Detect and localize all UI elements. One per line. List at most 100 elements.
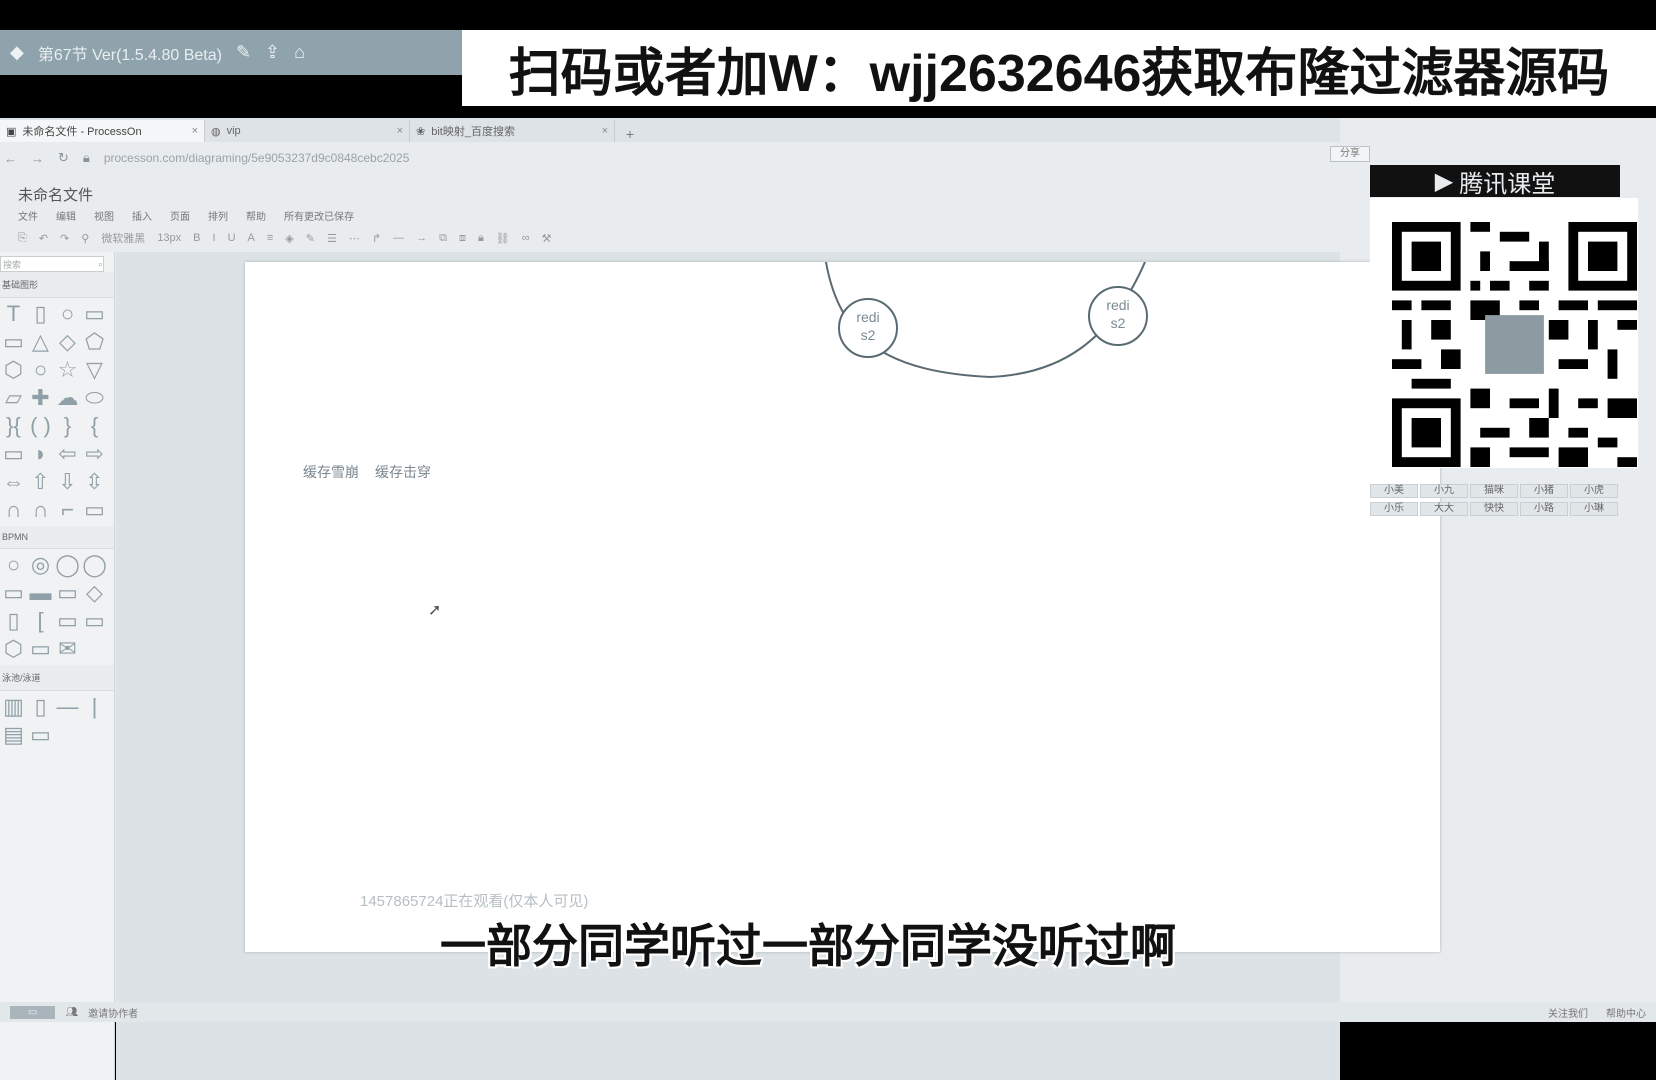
- tab-baidu[interactable]: ❀ bit映射_百度搜索 ×: [410, 120, 615, 142]
- bar-shape-icon[interactable]: ▭: [81, 498, 108, 522]
- underline-icon[interactable]: U: [228, 232, 236, 244]
- message-box-icon[interactable]: ▭: [27, 637, 54, 661]
- close-icon[interactable]: ×: [602, 125, 608, 137]
- inverted-triangle-icon[interactable]: ▽: [81, 358, 108, 382]
- follow-us-link[interactable]: 关注我们: [1548, 1005, 1588, 1020]
- gateway-icon[interactable]: ◇: [81, 581, 108, 605]
- parallelogram-icon[interactable]: ▱: [0, 386, 27, 410]
- back-icon[interactable]: ←: [4, 151, 17, 166]
- annotation-icon[interactable]: [: [27, 609, 54, 633]
- octagon-shape-icon[interactable]: ○: [27, 358, 54, 382]
- user-chip[interactable]: 小乐: [1370, 502, 1418, 516]
- menu-page[interactable]: 页面: [170, 208, 190, 223]
- triangle-shape-icon[interactable]: △: [27, 330, 54, 354]
- font-size-select[interactable]: 13px: [157, 232, 181, 244]
- url-field[interactable]: processon.com/diagraming/5e9053237d9c084…: [104, 151, 410, 165]
- boundary-event-icon[interactable]: ◯: [81, 553, 108, 577]
- tab-processon[interactable]: ▣ 未命名文件 - ProcessOn ×: [0, 120, 205, 142]
- bold-icon[interactable]: B: [193, 232, 200, 244]
- status-left-button[interactable]: ▭: [10, 1005, 56, 1019]
- forward-icon[interactable]: →: [31, 151, 44, 166]
- redis-node[interactable]: redi s2: [838, 298, 898, 358]
- font-select[interactable]: 微软雅黑: [101, 230, 145, 246]
- palette-search[interactable]: 搜索 ⌕: [0, 256, 104, 272]
- home-icon[interactable]: ⌂: [294, 42, 305, 63]
- message-icon[interactable]: ✉: [54, 637, 81, 661]
- circle-shape-icon[interactable]: ○: [54, 302, 81, 326]
- line-width-icon[interactable]: ☰: [327, 232, 337, 245]
- ellipse-shape-icon[interactable]: ⬭: [81, 386, 108, 410]
- rounded-rect-icon[interactable]: ▭: [0, 330, 27, 354]
- note-shape-icon[interactable]: ▯: [27, 302, 54, 326]
- tab-vip[interactable]: ◍ vip ×: [205, 120, 410, 142]
- back-order-icon[interactable]: ⧈: [459, 232, 466, 245]
- text-shape-icon[interactable]: T: [0, 302, 27, 326]
- star-shape-icon[interactable]: ☆: [54, 358, 81, 382]
- cloud-shape-icon[interactable]: ☁: [54, 386, 81, 410]
- user-chip[interactable]: 猫咪: [1470, 484, 1518, 498]
- intermediate-event-icon[interactable]: ◎: [27, 553, 54, 577]
- pool-icon[interactable]: ▭: [81, 609, 108, 633]
- group-shape-icon[interactable]: ▭: [54, 609, 81, 633]
- task-icon[interactable]: ▭: [0, 581, 27, 605]
- right-brace-icon[interactable]: }: [54, 414, 81, 438]
- redis-node[interactable]: redi s2: [1088, 286, 1148, 346]
- user-chip[interactable]: 小琳: [1570, 502, 1618, 516]
- group-icon[interactable]: ⛓: [496, 232, 510, 245]
- arch-arrow-icon[interactable]: ∩: [27, 498, 54, 522]
- menu-view[interactable]: 视图: [94, 208, 114, 223]
- align-icon[interactable]: ≡: [267, 232, 273, 244]
- menu-arrange[interactable]: 排列: [208, 208, 228, 223]
- menu-insert[interactable]: 插入: [132, 208, 152, 223]
- paint-icon[interactable]: ⚲: [81, 232, 89, 245]
- start-event-icon[interactable]: ○: [0, 553, 27, 577]
- subprocess-icon[interactable]: ▬: [27, 581, 54, 605]
- user-chip[interactable]: 快快: [1470, 502, 1518, 516]
- user-chip[interactable]: 小美: [1370, 484, 1418, 498]
- share-button[interactable]: 分享: [1330, 146, 1370, 162]
- data-object-icon[interactable]: ▯: [0, 609, 27, 633]
- line-start-icon[interactable]: —: [393, 232, 404, 244]
- cross-shape-icon[interactable]: ✚: [27, 386, 54, 410]
- close-icon[interactable]: ×: [192, 125, 198, 137]
- paren-shape-icon[interactable]: ( ): [27, 414, 54, 438]
- user-chip[interactable]: 小虎: [1570, 484, 1618, 498]
- transaction-icon[interactable]: ▭: [54, 581, 81, 605]
- vertical-lane-icon[interactable]: ▯: [27, 695, 54, 719]
- redo-icon[interactable]: ↷: [60, 232, 69, 245]
- invite-collaborator[interactable]: 邀请协作者: [88, 1005, 138, 1020]
- lock-shape-icon[interactable]: 🔒︎: [478, 232, 484, 245]
- document-shape-icon[interactable]: ◗: [27, 442, 54, 466]
- format-painter-icon[interactable]: ⎘: [18, 232, 27, 245]
- menu-edit[interactable]: 编辑: [56, 208, 76, 223]
- user-chip[interactable]: 大大: [1420, 502, 1468, 516]
- user-chip[interactable]: 小猪: [1520, 484, 1568, 498]
- pentagon-shape-icon[interactable]: ⬠: [81, 330, 108, 354]
- file-title[interactable]: 未命名文件: [18, 184, 93, 205]
- double-arrow-icon[interactable]: ⇔: [0, 470, 27, 494]
- reload-icon[interactable]: ↻: [58, 150, 69, 166]
- palette-section-swimlane[interactable]: 泳池/泳道: [0, 665, 114, 691]
- brace-shape-icon[interactable]: }{: [0, 414, 27, 438]
- cache-avalanche-label[interactable]: 缓存雪崩: [303, 462, 359, 482]
- callout-shape-icon[interactable]: ▭: [0, 442, 27, 466]
- user-chip[interactable]: 小路: [1520, 502, 1568, 516]
- front-icon[interactable]: ⧉: [439, 232, 447, 245]
- edit-icon[interactable]: ✎: [236, 42, 251, 63]
- corner-arrow-icon[interactable]: ⌐: [54, 498, 81, 522]
- help-center-link[interactable]: 帮助中心: [1606, 1005, 1646, 1020]
- fill-icon[interactable]: ◈: [285, 232, 293, 245]
- line-color-icon[interactable]: ✎: [306, 232, 315, 245]
- line-style-icon[interactable]: ⋯: [349, 232, 360, 245]
- vertical-separator-icon[interactable]: |: [81, 695, 108, 719]
- diamond-shape-icon[interactable]: ◇: [54, 330, 81, 354]
- end-event-icon[interactable]: ◯: [54, 553, 81, 577]
- updown-arrow-icon[interactable]: ⇳: [81, 470, 108, 494]
- palette-section-basic[interactable]: 基础图形: [0, 272, 114, 298]
- user-chip[interactable]: 小九: [1420, 484, 1468, 498]
- u-arrow-icon[interactable]: ∩: [0, 498, 27, 522]
- up-arrow-icon[interactable]: ⇧: [27, 470, 54, 494]
- undo-icon[interactable]: ↶: [39, 232, 48, 245]
- font-color-icon[interactable]: A: [248, 232, 255, 244]
- tools-icon[interactable]: ⚒: [542, 232, 552, 245]
